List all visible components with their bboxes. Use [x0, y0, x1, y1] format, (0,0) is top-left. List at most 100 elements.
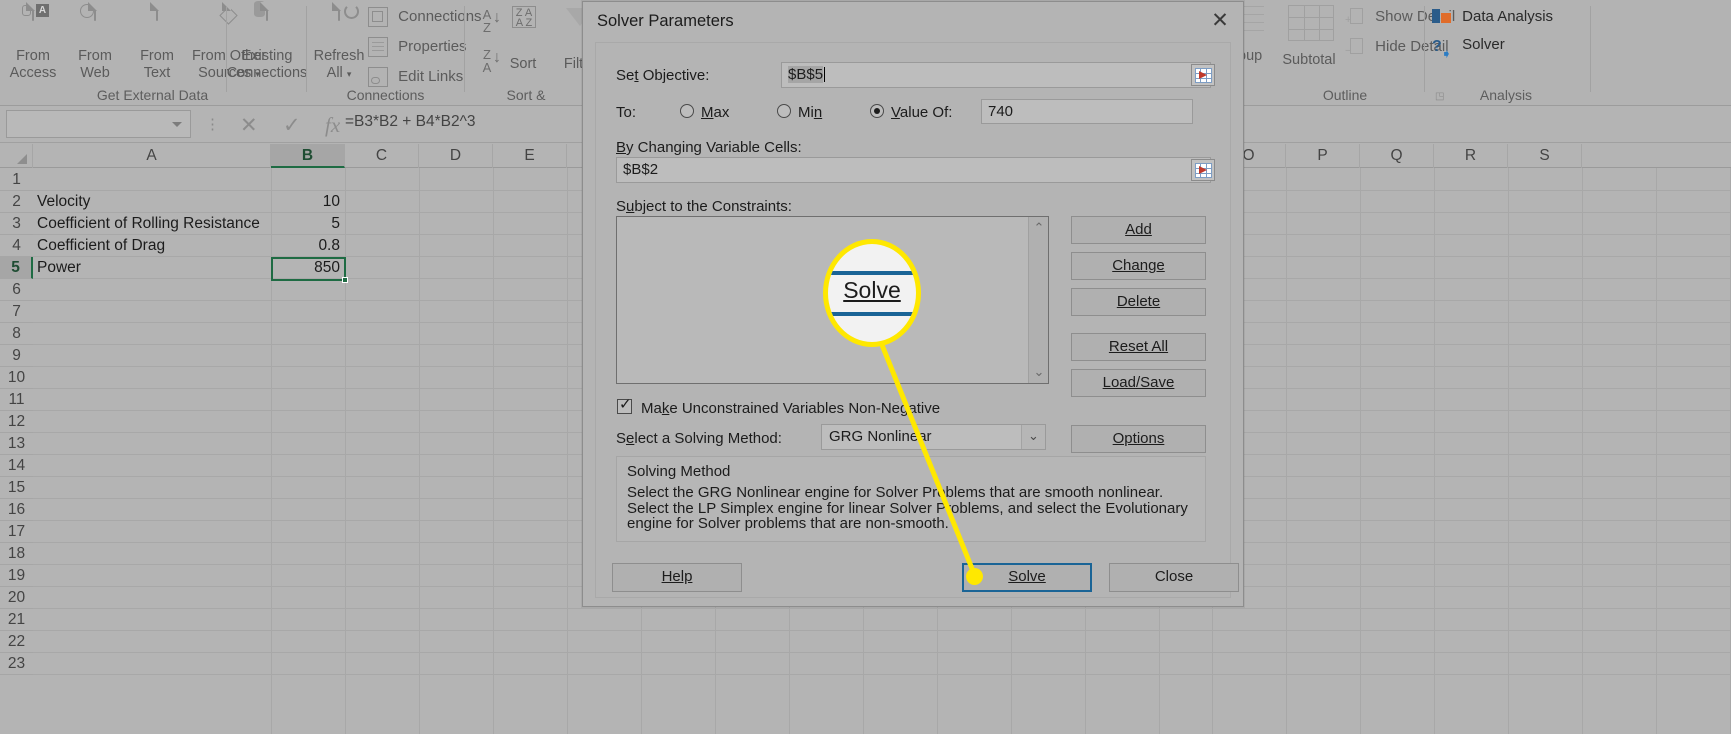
row-header-14[interactable]: 14: [0, 455, 33, 477]
subtotal-button[interactable]: Subtotal: [1272, 4, 1346, 69]
max-radio[interactable]: [680, 104, 694, 118]
cell-A2[interactable]: Velocity: [37, 191, 267, 213]
row-header-17[interactable]: 17: [0, 521, 33, 543]
ribbon-group-get-external-data: A From Access From Web From Text From Ot…: [0, 0, 307, 106]
cell-B2[interactable]: 10: [271, 191, 340, 213]
row-header-4[interactable]: 4: [0, 235, 33, 257]
change-constraint-button[interactable]: Change: [1071, 252, 1206, 280]
row-header-16[interactable]: 16: [0, 499, 33, 521]
column-header-S[interactable]: S: [1508, 144, 1582, 168]
formula-input[interactable]: =B3*B2 + B4*B2^3: [345, 113, 476, 131]
row-header-13[interactable]: 13: [0, 433, 33, 455]
load-save-button[interactable]: Load/Save: [1071, 369, 1206, 397]
min-radio[interactable]: [777, 104, 791, 118]
scroll-down-icon[interactable]: ⌄: [1029, 363, 1049, 381]
from-web-label-1: From: [78, 48, 112, 64]
chevron-down-icon: [172, 122, 182, 127]
set-objective-range-picker[interactable]: [1191, 64, 1215, 86]
value-of-input[interactable]: 740: [981, 99, 1193, 124]
column-header-E[interactable]: E: [493, 144, 567, 168]
constraints-label: Subject to the Constraints:: [616, 198, 792, 215]
reset-all-button[interactable]: Reset All: [1071, 333, 1206, 361]
name-box[interactable]: [6, 110, 191, 138]
constraints-scrollbar[interactable]: ⌃ ⌄: [1028, 217, 1048, 383]
row-header-2[interactable]: 2: [0, 191, 33, 213]
solving-method-select[interactable]: GRG Nonlinear ⌄: [821, 424, 1046, 450]
fill-handle[interactable]: [342, 277, 348, 283]
row-header-9[interactable]: 9: [0, 345, 33, 367]
row-header-21[interactable]: 21: [0, 609, 33, 631]
confirm-entry-button[interactable]: ✓: [283, 113, 301, 138]
row-header-6[interactable]: 6: [0, 279, 33, 301]
from-text-button[interactable]: From Text: [126, 3, 188, 82]
add-constraint-button[interactable]: Add: [1071, 216, 1206, 244]
row-header-7[interactable]: 7: [0, 301, 33, 323]
row-header-3[interactable]: 3: [0, 213, 33, 235]
column-header-R[interactable]: R: [1434, 144, 1508, 168]
row-header-19[interactable]: 19: [0, 565, 33, 587]
cell-A4[interactable]: Coefficient of Drag: [37, 235, 267, 257]
chevron-down-icon[interactable]: ⌄: [1021, 425, 1045, 449]
existing-connections-label-1: Existing: [241, 48, 293, 64]
row-header-20[interactable]: 20: [0, 587, 33, 609]
column-header-B[interactable]: B: [271, 144, 345, 168]
row-header-23[interactable]: 23: [0, 653, 33, 675]
cancel-entry-button[interactable]: ✕: [240, 113, 258, 138]
close-icon[interactable]: ✕: [1205, 8, 1235, 36]
hide-detail-icon: −: [1345, 37, 1365, 57]
insert-function-button[interactable]: fx: [325, 113, 340, 138]
grid-line-h: [33, 608, 1731, 609]
show-detail-icon: +: [1345, 7, 1365, 27]
row-header-22[interactable]: 22: [0, 631, 33, 653]
existing-connections-label-2: Connections: [226, 65, 308, 81]
cell-A5[interactable]: Power: [37, 257, 267, 279]
close-button[interactable]: Close: [1109, 563, 1239, 592]
column-header-A[interactable]: A: [33, 144, 271, 168]
existing-connections-button[interactable]: Existing Connections: [221, 1, 313, 82]
row-header-15[interactable]: 15: [0, 477, 33, 499]
select-all-corner[interactable]: [0, 144, 33, 168]
row-header-11[interactable]: 11: [0, 389, 33, 411]
row-header-18[interactable]: 18: [0, 543, 33, 565]
magnifier-label: Solve: [843, 277, 901, 303]
delete-constraint-button[interactable]: Delete: [1071, 288, 1206, 316]
grid-line-h: [33, 652, 1731, 653]
column-header-D[interactable]: D: [419, 144, 493, 168]
options-button[interactable]: Options: [1071, 425, 1206, 453]
by-changing-input[interactable]: $B$2: [616, 157, 1211, 183]
row-header-1[interactable]: 1: [0, 169, 33, 191]
unconstrained-nonnegative-checkbox[interactable]: [617, 395, 632, 414]
excel-solver-screen: A From Access From Web From Text From Ot…: [0, 0, 1731, 734]
active-cell-selection[interactable]: [271, 257, 348, 283]
subtotal-label: Subtotal: [1282, 52, 1336, 68]
row-header-12[interactable]: 12: [0, 411, 33, 433]
row-header-5[interactable]: 5: [0, 257, 33, 279]
cell-B4[interactable]: 0.8: [271, 235, 340, 257]
ribbon-group-sort-filter: A Z ↓ Z A ↓ Z AA Z Sort Filter Sort &: [466, 0, 596, 106]
column-header-P[interactable]: P: [1286, 144, 1360, 168]
row-header-10[interactable]: 10: [0, 367, 33, 389]
from-web-button[interactable]: From Web: [64, 3, 126, 82]
set-objective-input[interactable]: $B$5: [781, 62, 1211, 88]
sort-button[interactable]: Z AA Z Sort: [498, 4, 548, 73]
from-access-button[interactable]: A From Access: [2, 3, 64, 82]
refresh-all-button[interactable]: Refresh All ▾: [308, 0, 370, 83]
data-analysis-button[interactable]: Data Analysis: [1432, 4, 1553, 30]
properties-icon: [368, 37, 388, 58]
scroll-up-icon[interactable]: ⌃: [1029, 219, 1049, 237]
solver-ribbon-button[interactable]: ? ➧ Solver: [1432, 32, 1505, 61]
column-header-C[interactable]: C: [345, 144, 419, 168]
solver-label: Solver: [1462, 36, 1505, 54]
properties-button[interactable]: Properties: [368, 34, 467, 60]
cell-A3[interactable]: Coefficient of Rolling Resistance: [37, 213, 267, 235]
magnifier-callout: Solve: [823, 239, 921, 347]
cell-B3[interactable]: 5: [271, 213, 340, 235]
value-of-radio[interactable]: [870, 104, 884, 118]
magnifier-top-bar: [828, 271, 916, 275]
row-header-8[interactable]: 8: [0, 323, 33, 345]
help-button[interactable]: Help: [612, 563, 742, 592]
grid-line-h: [33, 630, 1731, 631]
by-changing-range-picker[interactable]: [1191, 159, 1215, 181]
grid-line-v: [1434, 168, 1435, 734]
column-header-Q[interactable]: Q: [1360, 144, 1434, 168]
